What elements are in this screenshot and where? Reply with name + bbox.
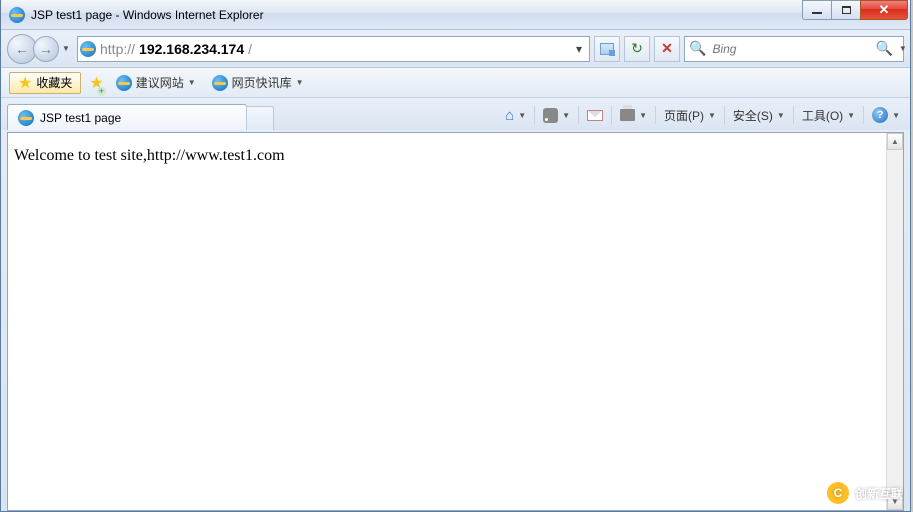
page-label: 页面(P)	[664, 107, 704, 124]
tab-active[interactable]: JSP test1 page	[7, 104, 247, 130]
feeds-button[interactable]: ▼	[539, 104, 574, 126]
home-button[interactable]: ⌂▼	[501, 104, 530, 126]
vertical-scrollbar[interactable]: ▲ ▼	[886, 133, 903, 510]
read-mail-button[interactable]	[583, 104, 607, 126]
url-prefix: http://	[100, 41, 135, 57]
chevron-down-icon: ▼	[188, 78, 196, 87]
search-input[interactable]	[712, 42, 869, 56]
ie-icon	[9, 7, 25, 23]
search-go-icon[interactable]: 🔍	[875, 40, 892, 57]
printer-icon	[620, 109, 635, 121]
suggested-sites-link[interactable]: 建议网站 ▼	[112, 74, 200, 91]
scroll-up-button[interactable]: ▲	[887, 133, 903, 150]
address-dropdown[interactable]: ▾	[571, 42, 587, 56]
watermark-badge-icon: C	[827, 482, 849, 504]
ie-icon	[18, 110, 34, 126]
refresh-button[interactable]: ↻	[624, 36, 650, 62]
search-icon: 🔍	[689, 40, 706, 57]
browser-window: JSP test1 page - Windows Internet Explor…	[0, 0, 911, 512]
web-slice-link[interactable]: 网页快讯库 ▼	[208, 74, 308, 91]
watermark-text: 创新互联	[855, 485, 903, 502]
minimize-button[interactable]	[802, 0, 832, 20]
tools-label: 工具(O)	[802, 107, 843, 124]
url-suffix: /	[248, 41, 252, 57]
maximize-button[interactable]	[831, 0, 861, 20]
compat-view-button[interactable]	[594, 36, 620, 62]
url-host: 192.168.234.174	[139, 41, 244, 57]
chevron-down-icon: ▼	[296, 78, 304, 87]
mail-icon	[587, 110, 603, 121]
forward-button[interactable]: →	[33, 36, 59, 62]
favorites-label: 收藏夹	[36, 74, 72, 91]
nav-history-dropdown[interactable]: ▼	[59, 34, 73, 64]
favorites-button[interactable]: ★ 收藏夹	[9, 72, 81, 94]
stop-icon: ✕	[661, 40, 673, 57]
add-favorite-button[interactable]: ★	[89, 73, 103, 93]
search-box[interactable]: 🔍 🔍 ▼	[684, 36, 904, 62]
refresh-icon: ↻	[631, 40, 643, 57]
page-body: Welcome to test site,http://www.test1.co…	[8, 133, 886, 510]
compat-icon	[600, 43, 614, 55]
webslice-label: 网页快讯库	[232, 74, 292, 91]
stop-button[interactable]: ✕	[654, 36, 680, 62]
suggested-label: 建议网站	[136, 74, 184, 91]
safety-label: 安全(S)	[733, 107, 773, 124]
address-bar[interactable]: http://192.168.234.174/ ▾	[77, 36, 590, 62]
ie-icon	[116, 75, 132, 91]
watermark: C 创新互联	[827, 482, 903, 504]
window-title: JSP test1 page - Windows Internet Explor…	[31, 8, 264, 22]
window-controls: ✕	[803, 0, 908, 20]
print-button[interactable]: ▼	[616, 104, 651, 126]
close-button[interactable]: ✕	[860, 0, 908, 20]
site-icon	[80, 41, 96, 57]
help-icon: ?	[872, 107, 888, 123]
star-icon: ★	[18, 73, 32, 93]
search-provider-dropdown[interactable]: ▼	[899, 44, 907, 53]
tab-bar: JSP test1 page ⌂▼ ▼ ▼ 页面(P)▼ 安全(S)▼ 工具(O…	[1, 98, 910, 130]
ie-icon	[212, 75, 228, 91]
tools-menu[interactable]: 工具(O)▼	[798, 104, 859, 126]
page-menu[interactable]: 页面(P)▼	[660, 104, 720, 126]
address-input[interactable]	[256, 41, 567, 57]
tab-title: JSP test1 page	[40, 111, 121, 125]
safety-menu[interactable]: 安全(S)▼	[729, 104, 789, 126]
new-tab-button[interactable]	[246, 106, 274, 130]
favorites-bar: ★ 收藏夹 ★ 建议网站 ▼ 网页快讯库 ▼	[1, 68, 910, 98]
nav-toolbar: ← → ▼ http://192.168.234.174/ ▾ ↻ ✕ 🔍 🔍 …	[1, 30, 910, 68]
help-button[interactable]: ?▼	[868, 104, 904, 126]
titlebar: JSP test1 page - Windows Internet Explor…	[1, 0, 910, 30]
rss-icon	[543, 108, 558, 123]
content-area: Welcome to test site,http://www.test1.co…	[7, 132, 904, 511]
command-bar: ⌂▼ ▼ ▼ 页面(P)▼ 安全(S)▼ 工具(O)▼ ?▼	[501, 104, 904, 130]
home-icon: ⌂	[505, 107, 514, 124]
